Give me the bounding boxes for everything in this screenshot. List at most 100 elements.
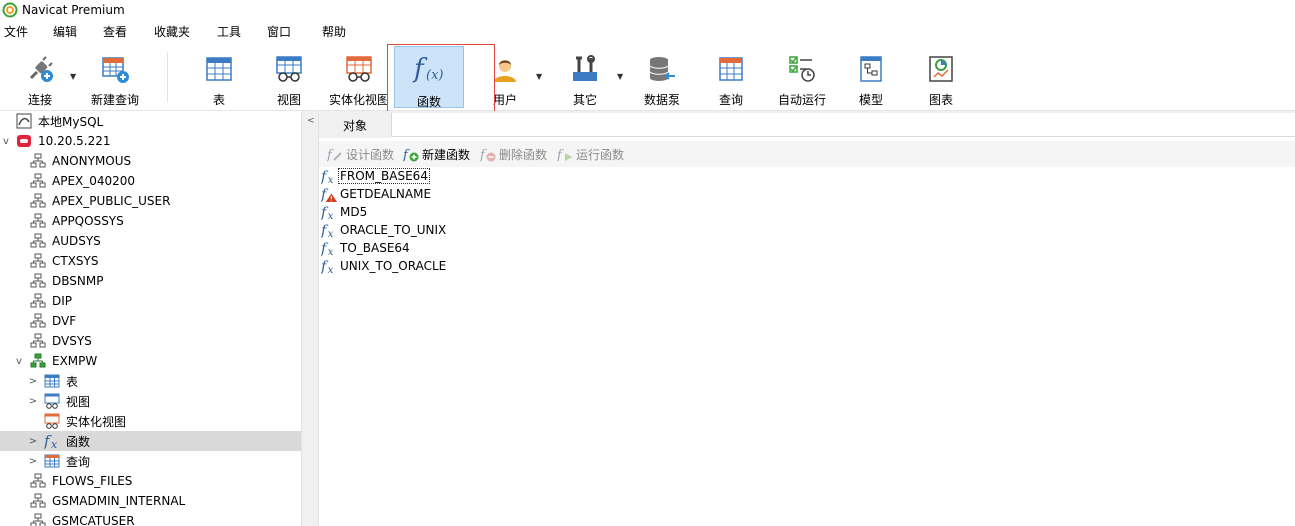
list-item[interactable]: ORACLE_TO_UNIX — [321, 221, 447, 239]
svg-text:f: f — [557, 148, 564, 162]
new-function-label: 新建函数 — [422, 147, 471, 162]
tree-node-queries[interactable]: > 查询 — [0, 451, 301, 471]
tree-node-views[interactable]: > 视图 — [0, 391, 301, 411]
tree-node-server[interactable]: v 10.20.5.221 — [0, 131, 301, 151]
table-label: 表 — [212, 93, 225, 107]
tree-node-schema[interactable]: GSMCATUSER — [0, 511, 301, 526]
tree-node-schema[interactable]: DIP — [0, 291, 301, 311]
delete-function-icon: f — [480, 148, 496, 162]
materialized-view-button[interactable]: 实体化视图 — [327, 46, 391, 108]
connect-dropdown-arrow-icon[interactable]: ▼ — [70, 72, 76, 81]
tree-node-schema[interactable]: DVF — [0, 311, 301, 331]
new-function-button[interactable]: f 新建函数 — [403, 145, 470, 163]
tree-node-schema[interactable]: DVSYS — [0, 331, 301, 351]
schema-icon — [30, 173, 46, 189]
menu-window[interactable]: 窗口 — [267, 23, 291, 40]
materialized-view-icon — [342, 52, 376, 85]
materialized-view-label: 实体化视图 — [328, 93, 389, 107]
tree-label: GSMADMIN_INTERNAL — [52, 494, 186, 508]
list-item[interactable]: f GETDEALNAME — [321, 185, 432, 203]
view-label: 视图 — [276, 93, 301, 107]
design-function-icon: f — [327, 148, 342, 162]
list-item[interactable]: MD5 — [321, 203, 368, 221]
function-warning-icon: f — [321, 187, 338, 203]
new-query-label: 新建查询 — [90, 93, 139, 107]
tree-node-functions[interactable]: > 函数 — [0, 431, 301, 451]
new-query-button[interactable]: 新建查询 — [88, 46, 142, 108]
delete-function-button[interactable]: f 删除函数 — [480, 145, 547, 163]
query-button[interactable]: 查询 — [710, 46, 752, 108]
chart-label: 图表 — [928, 93, 953, 107]
other-label: 其它 — [572, 93, 597, 107]
menu-file[interactable]: 文件 — [4, 23, 28, 40]
run-function-button[interactable]: f 运行函数 — [557, 145, 624, 163]
datasource-button[interactable]: 数据泵 — [638, 46, 686, 108]
list-item[interactable]: UNIX_TO_ORACLE — [321, 257, 447, 275]
tree-node-schema[interactable]: AUDSYS — [0, 231, 301, 251]
function-name: FROM_BASE64 — [338, 168, 430, 184]
model-label: 模型 — [858, 93, 883, 107]
tab-objects[interactable]: 对象 — [319, 113, 391, 138]
function-highlight-box — [387, 44, 495, 113]
delete-function-label: 删除函数 — [499, 147, 548, 162]
menu-tools[interactable]: 工具 — [217, 23, 241, 40]
window-title: Navicat Premium — [22, 3, 125, 17]
menu-edit[interactable]: 编辑 — [53, 23, 77, 40]
chevron-down-icon[interactable]: v — [14, 356, 24, 367]
query-icon — [44, 454, 60, 468]
menu-favorites[interactable]: 收藏夹 — [154, 23, 190, 40]
database-pump-icon — [645, 52, 679, 85]
design-function-button[interactable]: f 设计函数 — [327, 145, 394, 163]
schema-icon — [30, 293, 46, 309]
tree-node-schema[interactable]: FLOWS_FILES — [0, 471, 301, 491]
auto-run-button[interactable]: 自动运行 — [776, 46, 828, 108]
tree-node-schema[interactable]: APEX_PUBLIC_USER — [0, 191, 301, 211]
chart-button[interactable]: 图表 — [922, 46, 960, 108]
connect-button[interactable]: 连接 ▼ — [10, 46, 76, 108]
tree-node-schema-exmpw[interactable]: v EXMPW — [0, 351, 301, 371]
other-button[interactable]: 其它 ▼ — [562, 46, 623, 108]
svg-text:f: f — [327, 148, 334, 162]
tree-label: 查询 — [66, 454, 91, 469]
schema-icon — [30, 313, 46, 329]
tree-label: DVF — [52, 314, 77, 328]
pane-splitter[interactable]: < — [301, 111, 319, 526]
model-button[interactable]: 模型 — [852, 46, 890, 108]
svg-text:f: f — [480, 148, 487, 162]
tree-node-schema[interactable]: GSMADMIN_INTERNAL — [0, 491, 301, 511]
tree-node-schema[interactable]: DBSNMP — [0, 271, 301, 291]
list-item[interactable]: FROM_BASE64 — [321, 167, 430, 185]
list-item[interactable]: TO_BASE64 — [321, 239, 411, 257]
schema-icon — [30, 493, 46, 509]
tree-node-schema[interactable]: APPQOSSYS — [0, 211, 301, 231]
materialized-view-icon — [44, 413, 60, 429]
tree-node-materialized-views[interactable]: 实体化视图 — [0, 411, 301, 431]
user-label: 用户 — [492, 93, 517, 107]
mysql-connection-icon — [16, 113, 32, 129]
chevron-left-icon[interactable]: < — [307, 116, 315, 126]
tools-icon — [568, 52, 602, 85]
run-function-icon: f — [557, 148, 572, 162]
chevron-right-icon[interactable]: > — [28, 456, 38, 467]
tree-label: DIP — [52, 294, 73, 308]
view-button[interactable]: 视图 — [265, 46, 313, 108]
menu-help[interactable]: 帮助 — [322, 23, 346, 40]
tree-label: 10.20.5.221 — [38, 134, 111, 148]
tree-node-local-mysql[interactable]: 本地MySQL — [0, 111, 301, 131]
schema-open-icon — [30, 353, 46, 369]
chevron-right-icon[interactable]: > — [28, 436, 38, 447]
table-button[interactable]: 表 — [195, 46, 243, 108]
svg-text:f: f — [403, 148, 410, 162]
schema-icon — [30, 193, 46, 209]
chevron-down-icon[interactable]: v — [1, 136, 11, 147]
chevron-right-icon[interactable]: > — [28, 376, 38, 387]
tree-node-schema[interactable]: CTXSYS — [0, 251, 301, 271]
chevron-right-icon[interactable]: > — [28, 396, 38, 407]
schema-icon — [30, 253, 46, 269]
menu-view[interactable]: 查看 — [103, 23, 127, 40]
tree-node-schema[interactable]: APEX_040200 — [0, 171, 301, 191]
other-dropdown-arrow-icon[interactable]: ▼ — [617, 72, 623, 81]
tree-node-schema[interactable]: ANONYMOUS — [0, 151, 301, 171]
user-dropdown-arrow-icon[interactable]: ▼ — [536, 72, 542, 81]
tree-node-tables[interactable]: > 表 — [0, 371, 301, 391]
